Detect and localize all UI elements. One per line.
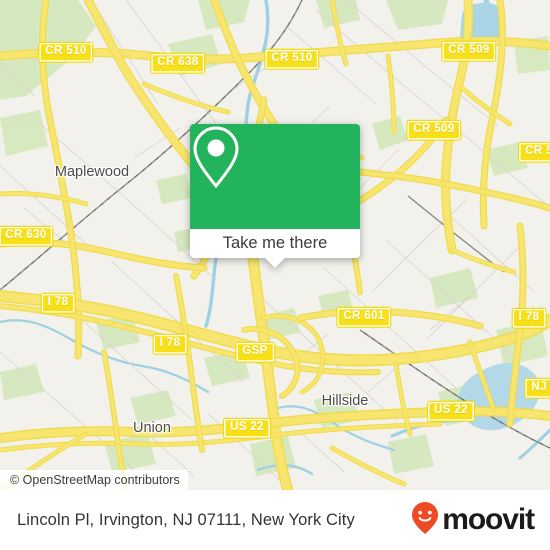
- road-shield: NJ: [524, 377, 550, 399]
- footer-bar: Lincoln Pl, Irvington, NJ 07111, New Yor…: [0, 490, 550, 550]
- popup-header: [190, 124, 360, 229]
- popup-tail-icon: [264, 257, 286, 268]
- moovit-logo[interactable]: moovit: [410, 501, 535, 540]
- road-shield: CR 5: [518, 141, 550, 163]
- attribution-text: © OpenStreetMap contributors: [10, 473, 180, 487]
- take-me-there-button[interactable]: Take me there: [223, 235, 328, 252]
- map-attribution[interactable]: © OpenStreetMap contributors: [0, 470, 188, 490]
- moovit-pin-smiley-icon: [410, 501, 440, 540]
- road-shield: US 22: [427, 400, 475, 422]
- road-shield: US 22: [223, 417, 271, 439]
- road-shield: GSP: [235, 341, 275, 363]
- road-shield: CR 510: [38, 41, 94, 63]
- road-shield: I 78: [40, 292, 76, 314]
- road-shield: CR 638: [150, 52, 206, 74]
- location-popup[interactable]: Take me there: [190, 124, 360, 268]
- road-shield: I 78: [152, 333, 188, 355]
- road-shield: CR 509: [406, 119, 462, 141]
- road-shield: CR 630: [0, 225, 54, 247]
- moovit-wordmark: moovit: [442, 503, 535, 536]
- address-label: Lincoln Pl, Irvington, NJ 07111, New Yor…: [17, 510, 355, 529]
- place-label: Maplewood: [54, 164, 130, 180]
- place-label: Hillside: [321, 393, 369, 409]
- map-screen: .rd{stroke:#f7e56f;stroke-linecap:round;…: [0, 0, 550, 550]
- road-shield: CR 509: [441, 40, 497, 62]
- road-shield: CR 510: [264, 48, 320, 70]
- road-shield: I 78: [511, 307, 547, 329]
- popup-action-row[interactable]: Take me there: [190, 229, 360, 268]
- map-canvas[interactable]: .rd{stroke:#f7e56f;stroke-linecap:round;…: [0, 0, 550, 490]
- place-label: Union: [133, 420, 171, 436]
- road-shield: CR 601: [336, 306, 392, 328]
